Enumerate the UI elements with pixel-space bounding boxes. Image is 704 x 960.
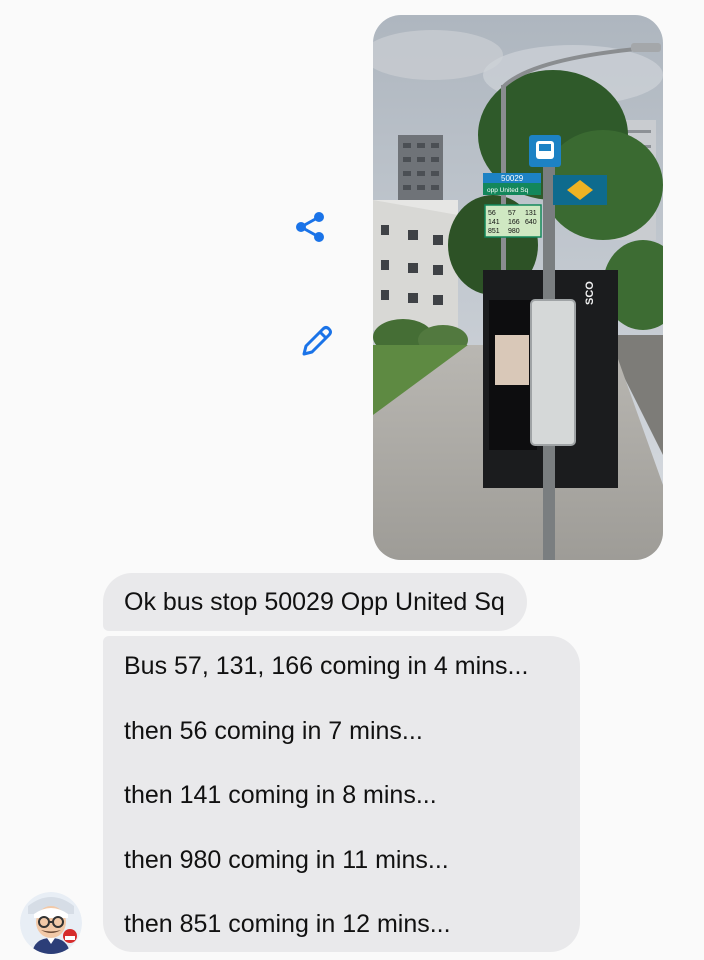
stop-name-plate: opp United Sq xyxy=(487,187,529,194)
edit-button[interactable] xyxy=(294,320,338,364)
stop-code-plate: 50029 xyxy=(501,174,524,183)
message-line: then 980 coming in 11 mins... xyxy=(124,845,449,874)
service-number: 57 xyxy=(508,210,516,217)
service-number: 980 xyxy=(508,228,520,235)
ad-panel-text: SCO xyxy=(584,281,596,305)
pencil-icon xyxy=(302,326,332,356)
bot-avatar[interactable] xyxy=(20,892,82,954)
message-bubble[interactable]: Bus 57, 131, 166 coming in 4 mins... the… xyxy=(103,636,580,952)
message-line: then 56 coming in 7 mins... xyxy=(124,716,423,745)
chat-thread: SCO 50029 opp United Sq 56 57 131 141 16… xyxy=(0,0,704,960)
message-line: Bus 57, 131, 166 coming in 4 mins... xyxy=(124,652,529,680)
message-text: Ok bus stop 50029 Opp United Sq xyxy=(124,588,505,616)
service-number: 56 xyxy=(488,210,496,217)
message-line: then 141 coming in 8 mins... xyxy=(124,781,437,809)
service-number: 640 xyxy=(525,219,537,226)
service-number: 166 xyxy=(508,219,520,226)
share-icon xyxy=(296,212,324,242)
service-number: 131 xyxy=(525,210,537,217)
share-button[interactable] xyxy=(289,205,333,249)
service-number: 851 xyxy=(488,228,500,235)
bus-stop-photo[interactable]: SCO 50029 opp United Sq 56 57 131 141 16… xyxy=(373,15,663,560)
message-bubble[interactable]: Ok bus stop 50029 Opp United Sq xyxy=(103,573,527,631)
message-line: then 851 coming in 12 mins... xyxy=(124,910,451,938)
service-number: 141 xyxy=(488,219,500,226)
